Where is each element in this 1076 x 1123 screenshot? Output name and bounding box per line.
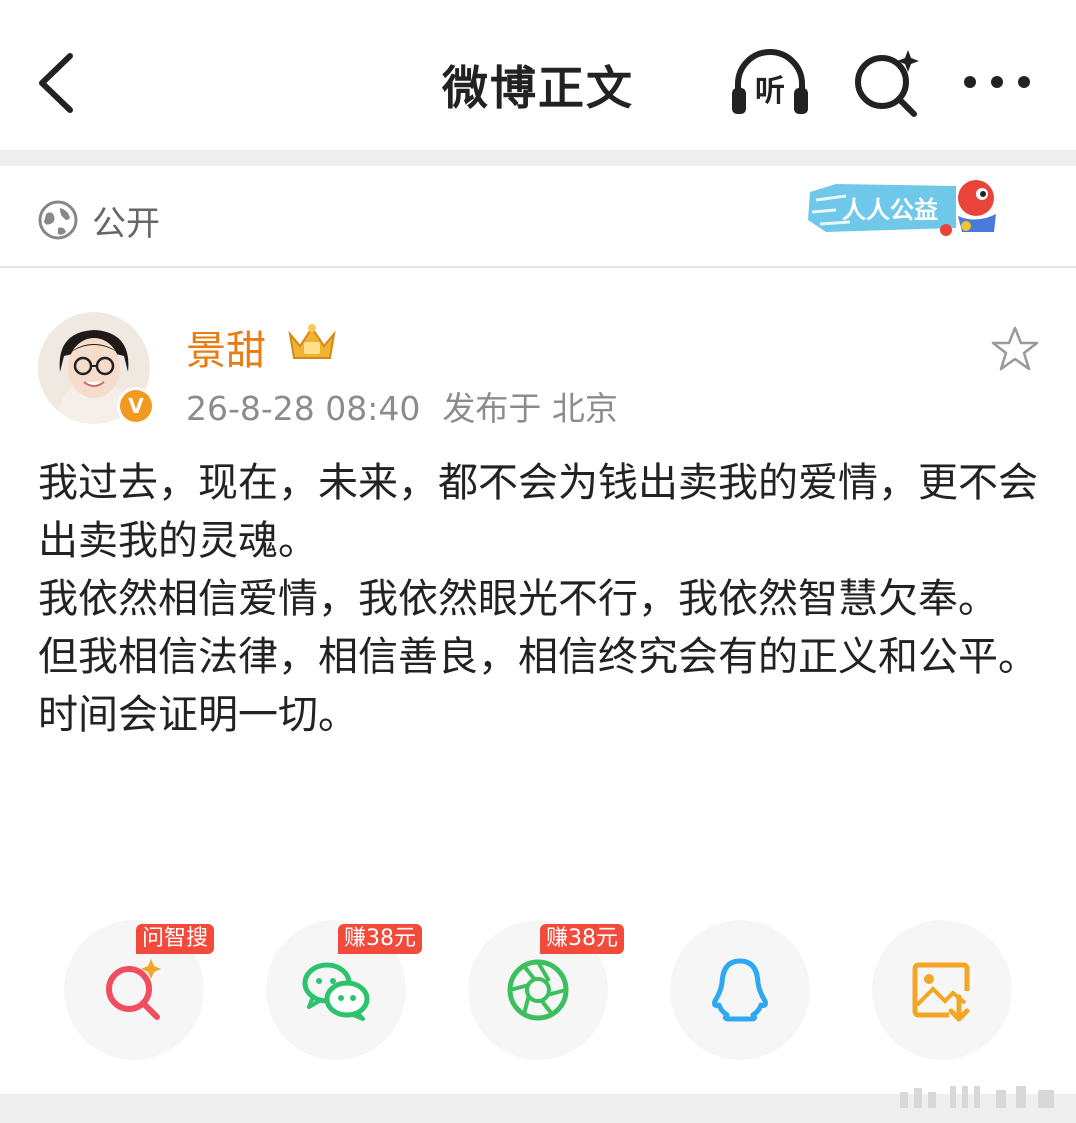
post-paragraph: 时间会证明一切。 <box>38 692 358 738</box>
post-paragraph: 我过去，现在，未来，都不会为钱出卖我的爱情，更不会出卖我的灵魂。 <box>38 460 1038 564</box>
charity-badge[interactable]: 人人公益 <box>806 170 1002 240</box>
wechat-icon <box>302 962 370 1021</box>
post-paragraph: 但我相信法律，相信善良，相信终究会有的正义和公平。 <box>38 634 1038 680</box>
crown-badge-icon <box>288 324 336 359</box>
post-time: 26-8-28 08:40 <box>186 389 421 428</box>
more-options-icon[interactable] <box>960 62 1034 102</box>
save-image-button[interactable] <box>872 920 1012 1060</box>
verified-badge-icon: V <box>117 387 155 425</box>
charity-badge-text: 人人公益 <box>842 196 938 224</box>
save-image-icon <box>912 962 970 1022</box>
post-content: 我过去，现在，未来，都不会为钱出卖我的爱情，更不会出卖我的灵魂。 我依然相信爱情… <box>38 454 1048 744</box>
promo-tag: 赚38元 <box>338 924 422 954</box>
post-paragraph: 我依然相信爱情，我依然眼光不行，我依然智慧欠奉。 <box>38 576 998 622</box>
listen-button[interactable]: 听 <box>728 44 812 120</box>
author-name[interactable]: 景甜 <box>186 318 266 376</box>
post-location: 发布于 北京 <box>442 389 618 428</box>
visibility-row: 公开 人人公益 <box>0 166 1076 268</box>
post-card: V 景甜 26-8-28 08:40 发布于 北京 我过去，现在，未来，都不会为钱… <box>0 268 1076 1100</box>
visibility-label: 公开 <box>92 204 160 244</box>
top-nav-bar: 微博正文 听 <box>0 0 1076 150</box>
share-moments-button[interactable]: 赚38元 <box>468 920 624 1060</box>
star-icon[interactable] <box>990 324 1040 374</box>
moments-icon <box>507 959 569 1021</box>
share-wechat-button[interactable]: 赚38元 <box>266 920 422 1060</box>
verified-mark: V <box>128 394 144 418</box>
qq-icon <box>712 958 768 1022</box>
ai-search-icon <box>106 959 161 1020</box>
share-ai-search-button[interactable]: 问智搜 <box>64 920 215 1060</box>
promo-tag: 问智搜 <box>136 924 215 954</box>
share-qq-button[interactable] <box>670 920 810 1060</box>
post-meta: 26-8-28 08:40 发布于 北京 <box>186 382 618 430</box>
ai-search-icon[interactable] <box>852 46 922 118</box>
watermark-icon <box>900 1086 1054 1108</box>
share-row: 问智搜 赚38元 赚38元 <box>0 920 1076 1064</box>
promo-tag: 赚38元 <box>540 924 624 954</box>
section-divider <box>0 150 1076 166</box>
globe-icon <box>38 200 78 240</box>
listen-label: 听 <box>755 74 785 109</box>
